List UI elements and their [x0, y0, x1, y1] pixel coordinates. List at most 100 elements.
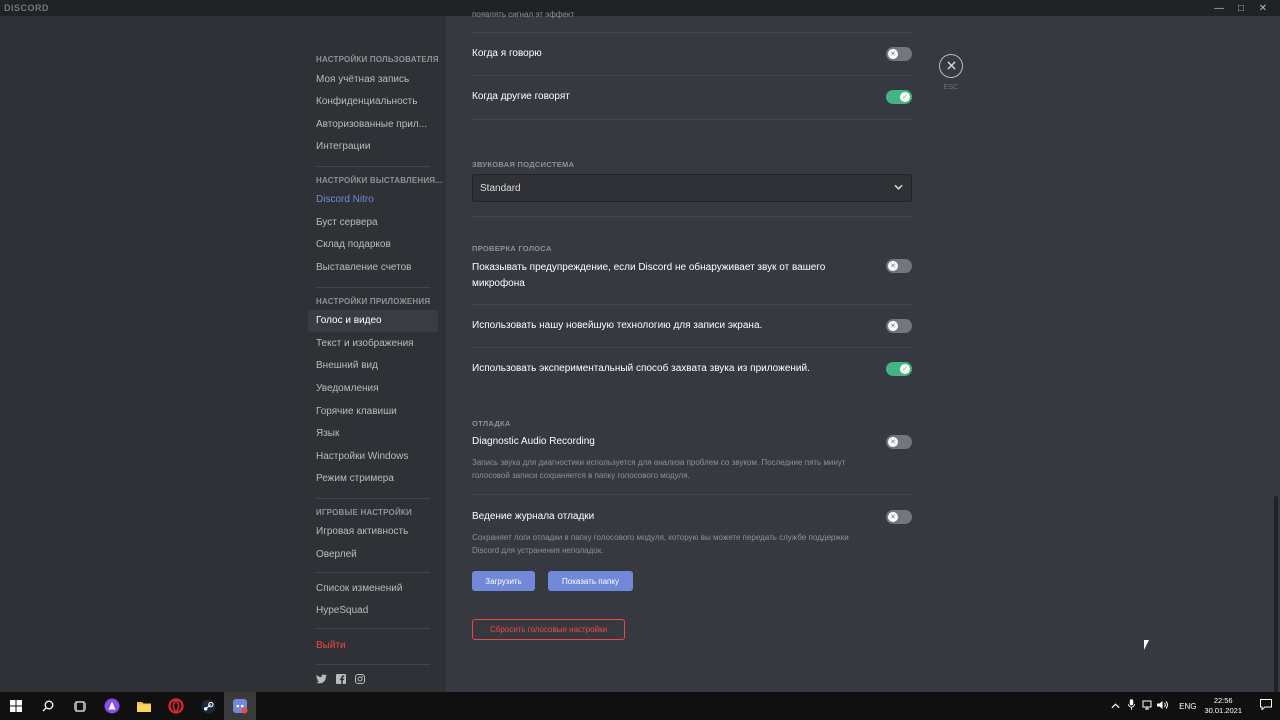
close-icon	[946, 59, 956, 73]
screen-capture-tech-toggle[interactable]: ✕	[886, 319, 912, 333]
voice-warning-line-2: микрофона	[472, 278, 525, 289]
sidebar-item-changelog[interactable]: Список изменений	[308, 578, 438, 600]
language-indicator[interactable]: ENG	[1179, 702, 1196, 711]
sidebar-item-billing[interactable]: Выставление счетов	[308, 257, 438, 279]
sidebar-item-streamer-mode[interactable]: Режим стримера	[308, 468, 438, 490]
show-folder-button[interactable]: Показать папку	[548, 571, 633, 591]
sidebar-item-server-boost[interactable]: Буст сервера	[308, 212, 438, 234]
sidebar-divider	[316, 572, 430, 573]
debug-log-desc-line-1: Сохраняет логи отладки в папку голосовог…	[472, 533, 849, 542]
upload-button[interactable]: Загрузить	[472, 571, 535, 591]
sidebar-item-privacy[interactable]: Конфиденциальность	[308, 91, 438, 113]
when-others-speak-toggle[interactable]: ✓	[886, 90, 912, 104]
audio-subsystem-header: Звуковая подсистема	[472, 160, 575, 169]
diagnostic-recording-description: Запись звука для диагностики используетс…	[472, 456, 845, 482]
volume-icon[interactable]	[1155, 700, 1171, 713]
sidebar-item-overlay[interactable]: Оверлей	[308, 544, 438, 566]
diagnostic-recording-toggle[interactable]: ✕	[886, 435, 912, 449]
instagram-icon[interactable]	[354, 673, 365, 684]
chevron-down-icon	[894, 182, 903, 193]
sidebar-item-integrations[interactable]: Интеграции	[308, 136, 438, 158]
app-settings-header: Настройки приложения	[316, 297, 431, 306]
diagnostic-desc-line-2: голосовой записи сохраняется в папку гол…	[472, 471, 690, 480]
billing-settings-header: Настройки выставления...	[316, 176, 443, 185]
sidebar-divider	[316, 664, 430, 665]
facebook-icon[interactable]	[335, 673, 346, 684]
windows-taskbar: ENG 22:56 30.01.2021	[0, 692, 1280, 720]
sidebar-divider	[316, 166, 430, 167]
reset-voice-settings-button[interactable]: Сбросить голосовые настройки	[472, 619, 625, 640]
discord-taskbar-icon[interactable]	[224, 692, 256, 720]
debug-logging-label: Ведение журнала отладки	[472, 511, 595, 522]
network-icon[interactable]	[1139, 700, 1155, 713]
sidebar-item-hypesquad[interactable]: HypeSquad	[308, 600, 438, 622]
chevron-up-icon[interactable]	[1107, 701, 1123, 712]
sidebar-item-gift-inventory[interactable]: Склад подарков	[308, 234, 438, 256]
logout-button[interactable]: Выйти	[308, 635, 438, 657]
microphone-icon[interactable]	[1123, 699, 1139, 713]
toggle-knob: ✓	[900, 364, 910, 374]
voice-warning-toggle[interactable]: ✕	[886, 259, 912, 273]
experimental-audio-toggle[interactable]: ✓	[886, 362, 912, 376]
sidebar-item-text-images[interactable]: Текст и изображения	[308, 333, 438, 355]
alice-assistant-icon[interactable]	[96, 692, 128, 720]
toggle-knob: ✕	[888, 261, 898, 271]
sidebar-item-language[interactable]: Язык	[308, 423, 438, 445]
clock-date: 30.01.2021	[1204, 706, 1242, 715]
sidebar-item-voice-video[interactable]: Голос и видео	[308, 310, 438, 332]
close-window-button[interactable]: ✕	[1252, 0, 1274, 16]
minimize-button[interactable]: —	[1208, 0, 1230, 16]
twitter-icon[interactable]	[316, 673, 327, 684]
game-settings-header: Игровые настройки	[316, 508, 412, 517]
when-i-speak-toggle[interactable]: ✕	[886, 47, 912, 61]
sidebar-item-authorized-apps[interactable]: Авторизованные прил...	[308, 114, 438, 136]
user-settings-header: Настройки пользователя	[316, 55, 439, 64]
window-controls: — □ ✕	[1208, 0, 1274, 16]
sidebar-item-notifications[interactable]: Уведомления	[308, 378, 438, 400]
toggle-knob: ✕	[888, 512, 898, 522]
debug-header: Отладка	[472, 419, 511, 428]
sidebar-item-keybinds[interactable]: Горячие клавиши	[308, 401, 438, 423]
divider	[472, 119, 912, 120]
steam-icon[interactable]	[192, 692, 224, 720]
sidebar-divider	[316, 628, 430, 629]
when-i-speak-label: Когда я говорю	[472, 48, 542, 59]
sidebar-item-discord-nitro[interactable]: Discord Nitro	[308, 189, 438, 211]
sidebar-divider	[316, 287, 430, 288]
audio-subsystem-value: Standard	[480, 182, 521, 194]
debug-log-desc-line-2: Discord для устранения неполадок.	[472, 546, 604, 555]
sidebar-item-my-account[interactable]: Моя учётная запись	[308, 69, 438, 91]
opera-browser-icon[interactable]	[160, 692, 192, 720]
sidebar-item-game-activity[interactable]: Игровая активность	[308, 521, 438, 543]
toggle-knob: ✕	[888, 437, 898, 447]
divider	[472, 32, 912, 33]
maximize-button[interactable]: □	[1230, 0, 1252, 16]
mouse-cursor	[1144, 640, 1154, 650]
diagnostic-recording-label: Diagnostic Audio Recording	[472, 436, 595, 447]
taskbar-clock[interactable]: 22:56 30.01.2021	[1204, 696, 1242, 716]
social-links	[316, 673, 365, 684]
system-tray: ENG 22:56 30.01.2021	[1107, 692, 1280, 720]
divider	[472, 75, 912, 76]
notification-center-icon[interactable]	[1252, 699, 1280, 713]
audio-subsystem-select[interactable]: Standard	[472, 174, 912, 202]
file-explorer-icon[interactable]	[128, 692, 160, 720]
top-cut-description: появлять сигнал эт эффект	[472, 10, 575, 19]
sidebar-item-appearance[interactable]: Внешний вид	[308, 355, 438, 377]
clock-time: 22:56	[1213, 696, 1233, 705]
voice-warning-line-1: Показывать предупреждение, если Discord …	[472, 262, 826, 273]
task-view-icon[interactable]	[64, 692, 96, 720]
sidebar-item-windows-settings[interactable]: Настройки Windows	[308, 446, 438, 468]
diagnostic-desc-line-1: Запись звука для диагностики используетс…	[472, 458, 846, 467]
search-icon[interactable]	[32, 692, 64, 720]
scrollbar-thumb[interactable]	[1274, 496, 1278, 696]
windows-start-icon[interactable]	[0, 692, 32, 720]
window-titlebar: DISCORD — □ ✕	[0, 0, 1280, 16]
divider	[472, 304, 912, 305]
debug-logging-toggle[interactable]: ✕	[886, 510, 912, 524]
close-settings-button[interactable]	[939, 54, 963, 78]
voice-video-settings-panel: появлять сигнал эт эффект Когда я говорю…	[446, 10, 1280, 696]
esc-label: ESC	[943, 84, 959, 91]
experimental-audio-label: Использовать экспериментальный способ за…	[472, 363, 810, 374]
debug-logging-description: Сохраняет логи отладки в папку голосовог…	[472, 531, 849, 557]
